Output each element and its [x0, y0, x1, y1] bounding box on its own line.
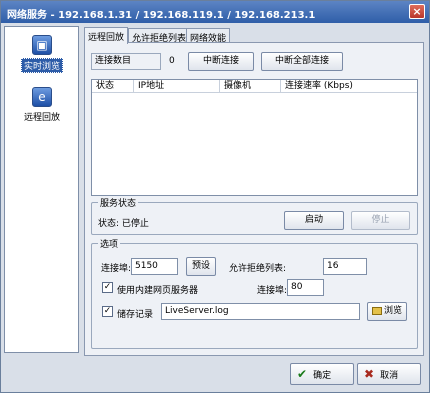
column-header-ip[interactable]: IP地址 — [134, 80, 220, 93]
service-status-heading: 服务状态 — [98, 196, 139, 209]
preset-button[interactable]: 预设 — [186, 257, 216, 276]
service-status-group: 服务状态 状态: 已停止 启动 停止 — [91, 196, 418, 235]
cancel-label: 取消 — [380, 371, 399, 381]
browse-button[interactable]: 浏览 — [367, 302, 407, 321]
log-label: 储存记录 — [117, 310, 154, 320]
title-bar: 网络服务 - 192.168.1.31 / 192.168.119.1 / 19… — [1, 1, 429, 23]
stop-button: 停止 — [351, 211, 410, 230]
connections-list[interactable]: 状态 IP地址 摄像机 连接速率 (Kbps) — [91, 79, 418, 196]
column-header-camera[interactable]: 摄像机 — [220, 80, 281, 93]
sidebar-item-label: 远程回放 — [23, 113, 60, 123]
web-port-input[interactable]: 80 — [287, 279, 324, 296]
options-group: 选项 连接埠: 5150 预设 允许拒绝列表: 16 ✓ 使用内建网页服务器 连… — [91, 237, 418, 349]
tab-remote-playback[interactable]: 远程回放 — [84, 27, 129, 44]
ok-button[interactable]: ✔ 确定 — [290, 363, 354, 385]
log-checkbox[interactable]: ✓ — [102, 306, 113, 317]
column-header-rate[interactable]: 连接速率 (Kbps) — [281, 80, 419, 93]
webserver-checkbox[interactable]: ✓ — [102, 282, 113, 293]
webserver-label: 使用内建网页服务器 — [117, 286, 199, 296]
cancel-button[interactable]: ✖ 取消 — [357, 363, 421, 385]
monitor-icon: ▣ — [32, 35, 52, 55]
allow-list-input[interactable]: 16 — [323, 258, 367, 275]
disconnect-button[interactable]: 中断连接 — [188, 52, 254, 71]
x-icon: ✖ — [364, 367, 375, 381]
list-header: 状态 IP地址 摄像机 连接速率 (Kbps) — [92, 80, 417, 93]
ok-label: 确定 — [313, 371, 332, 381]
log-file-input[interactable]: LiveServer.log — [161, 303, 360, 320]
allow-list-label: 允许拒绝列表: — [229, 264, 287, 274]
network-service-dialog: 网络服务 - 192.168.1.31 / 192.168.119.1 / 19… — [0, 0, 430, 393]
disconnect-all-button[interactable]: 中断全部连接 — [261, 52, 343, 71]
folder-icon — [371, 306, 382, 315]
sidebar-item-live-view[interactable]: ▣ 实时浏览 — [10, 35, 74, 73]
browse-label: 浏览 — [383, 306, 402, 316]
ie-icon: e — [32, 87, 52, 107]
tab-network-performance[interactable]: 网络效能 — [186, 28, 231, 44]
tab-allow-deny-list[interactable]: 允许拒绝列表 — [128, 28, 191, 44]
sidebar-item-label: 实时浏览 — [20, 58, 63, 73]
sidebar-item-remote-playback[interactable]: e 远程回放 — [10, 87, 74, 123]
port-input[interactable]: 5150 — [131, 258, 178, 275]
column-header-status[interactable]: 状态 — [92, 80, 134, 93]
port-label: 连接埠: — [101, 264, 132, 274]
connection-count-value: 0 — [169, 56, 175, 66]
close-icon[interactable]: × — [409, 4, 425, 19]
checkmark-icon: ✔ — [297, 367, 308, 381]
window-title: 网络服务 - 192.168.1.31 / 192.168.119.1 / 19… — [7, 10, 316, 21]
web-port-label: 连接埠: — [257, 286, 288, 296]
service-status-text: 状态: 已停止 — [98, 219, 149, 229]
options-heading: 选项 — [98, 237, 121, 250]
tab-panel: 连接数目 0 中断连接 中断全部连接 状态 IP地址 摄像机 连接速率 (Kbp… — [84, 42, 424, 356]
start-button[interactable]: 启动 — [284, 211, 344, 230]
sidebar: ▣ 实时浏览 e 远程回放 — [4, 26, 79, 353]
connection-count-label: 连接数目 — [91, 53, 161, 70]
